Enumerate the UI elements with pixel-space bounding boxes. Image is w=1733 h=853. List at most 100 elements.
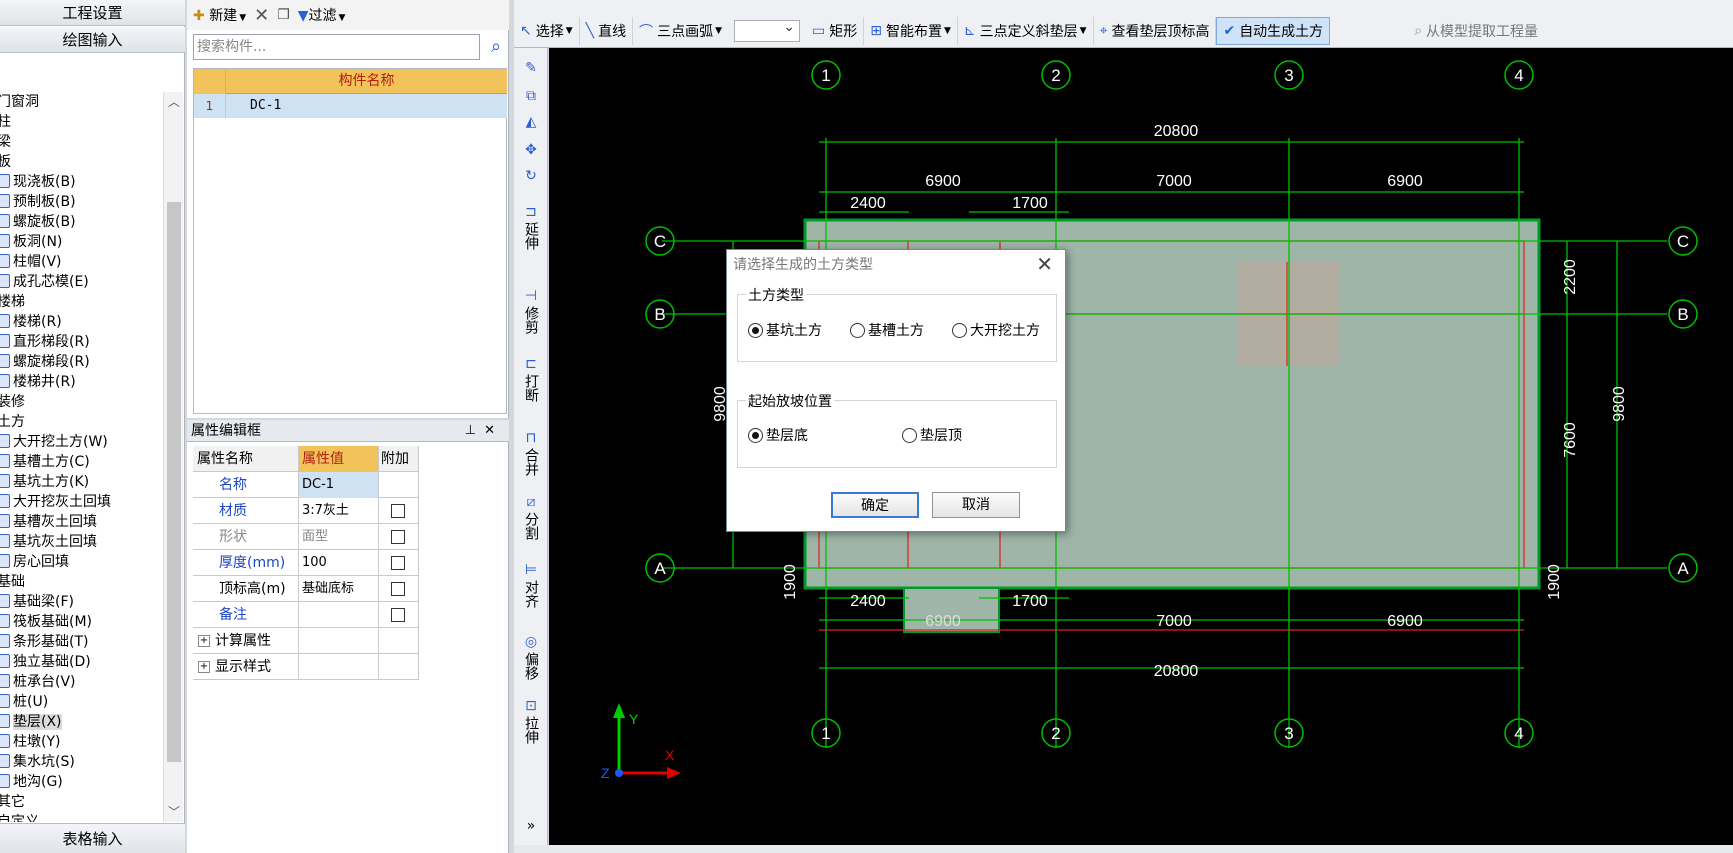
- tree-item[interactable]: 基槽土方(C): [0, 452, 90, 472]
- tree-item[interactable]: 基础: [0, 572, 25, 592]
- scroll-thumb[interactable]: [167, 202, 181, 762]
- property-value[interactable]: 100: [299, 550, 379, 576]
- dialog-close-icon[interactable]: ✕: [1036, 252, 1053, 276]
- new-button[interactable]: ✚ 新建 ▼: [193, 5, 246, 25]
- property-value[interactable]: [299, 628, 379, 654]
- filter-button[interactable]: ▼过滤 ▼: [298, 5, 346, 25]
- tree-item[interactable]: 条形基础(T): [0, 632, 88, 652]
- tree-item[interactable]: 柱墩(Y): [0, 732, 60, 752]
- radio-pit-earthwork[interactable]: 基坑土方: [748, 320, 822, 340]
- property-row[interactable]: 材质 3:7灰土: [193, 498, 419, 524]
- table-input-button[interactable]: 表格输入: [0, 823, 185, 853]
- property-row[interactable]: + 显示样式: [193, 654, 419, 680]
- auto-earthwork-tool[interactable]: ✔ 自动生成土方: [1216, 17, 1331, 45]
- tree-item[interactable]: 柱帽(V): [0, 252, 62, 272]
- tree-item[interactable]: 螺旋板(B): [0, 212, 76, 232]
- tree-item[interactable]: 土方: [0, 412, 25, 432]
- brush-icon[interactable]: ✎: [518, 60, 544, 78]
- align-tool[interactable]: ⊨ 对齐: [518, 562, 544, 612]
- property-row[interactable]: 名称 DC-1: [193, 472, 419, 498]
- extend-tool[interactable]: ⊐ 延伸: [518, 204, 544, 254]
- table-row[interactable]: 1 DC-1: [194, 94, 507, 118]
- rotate-icon[interactable]: ↻: [518, 168, 544, 186]
- break-tool[interactable]: ⊏ 打断: [518, 356, 544, 406]
- arc-mode-select[interactable]: [734, 19, 801, 42]
- arc-tool[interactable]: ⌒ 三点画弧 ▼: [633, 17, 728, 45]
- tree-item[interactable]: 大开挖灰土回填: [0, 492, 111, 512]
- copy-icon[interactable]: ❐: [277, 7, 290, 23]
- property-row[interactable]: 形状 面型: [193, 524, 419, 550]
- scroll-down-icon[interactable]: ﹀: [167, 804, 181, 820]
- trim-tool[interactable]: ⊣ 修剪: [518, 288, 544, 338]
- pin-icon[interactable]: ⊥: [465, 423, 484, 438]
- project-settings-button[interactable]: 工程设置: [0, 0, 185, 26]
- property-value[interactable]: 面型: [299, 524, 379, 550]
- cancel-button[interactable]: 取消: [932, 492, 1020, 518]
- property-value[interactable]: 基础底标: [299, 576, 379, 602]
- drawing-input-button[interactable]: 绘图输入: [0, 27, 185, 53]
- tree-item[interactable]: 自定义: [0, 812, 39, 822]
- property-value[interactable]: [299, 602, 379, 628]
- property-row[interactable]: 厚度(mm) 100: [193, 550, 419, 576]
- property-value[interactable]: [299, 654, 379, 680]
- view-top-elevation-tool[interactable]: ⌖ 查看垫层顶标高: [1094, 17, 1217, 45]
- more-tools-icon[interactable]: »: [518, 818, 544, 834]
- split-tool[interactable]: ⧄ 分割: [518, 494, 544, 544]
- mirror-icon[interactable]: ◭: [518, 114, 544, 132]
- tree-item[interactable]: 门窗洞: [0, 92, 39, 112]
- scroll-up-icon[interactable]: ︿: [167, 94, 181, 110]
- tree-item[interactable]: 其它: [0, 792, 25, 812]
- merge-tool[interactable]: ⊓ 合并: [518, 430, 544, 480]
- rect-tool[interactable]: ▭ 矩形: [806, 17, 865, 45]
- tree-item[interactable]: 板: [0, 152, 11, 172]
- tree-item[interactable]: 筏板基础(M): [0, 612, 92, 632]
- offset-tool[interactable]: ◎ 偏移: [518, 634, 544, 684]
- search-icon[interactable]: ⌕: [485, 36, 507, 58]
- tree-item[interactable]: 柱: [0, 112, 11, 132]
- tree-item[interactable]: 桩承台(V): [0, 672, 76, 692]
- line-tool[interactable]: ╲ 直线: [580, 17, 634, 45]
- select-tool[interactable]: ↖ 选择 ▼: [514, 17, 580, 45]
- tree-item[interactable]: 楼梯: [0, 292, 25, 312]
- ok-button[interactable]: 确定: [831, 492, 919, 518]
- close-icon[interactable]: ✕: [484, 423, 503, 438]
- extract-quantity-tool[interactable]: ⌕ 从模型提取工程量: [1408, 17, 1544, 45]
- copy-tool-icon[interactable]: ⧉: [518, 88, 544, 106]
- smart-layout-tool[interactable]: ⊞ 智能布置 ▼: [864, 17, 958, 45]
- extra-checkbox[interactable]: [391, 556, 405, 570]
- tree-item[interactable]: 基坑灰土回填: [0, 532, 97, 552]
- tree-item[interactable]: 成孔芯模(E): [0, 272, 89, 292]
- tree-item[interactable]: 预制板(B): [0, 192, 76, 212]
- radio-open-excavation[interactable]: 大开挖土方: [952, 320, 1040, 340]
- property-row[interactable]: + 计算属性: [193, 628, 419, 654]
- radio-cushion-top[interactable]: 垫层顶: [902, 425, 962, 445]
- tree-item[interactable]: 楼梯(R): [0, 312, 62, 332]
- tree-item[interactable]: 装修: [0, 392, 25, 412]
- stretch-tool[interactable]: ⊡ 拉伸: [518, 698, 544, 748]
- extra-checkbox[interactable]: [391, 608, 405, 622]
- tree-item[interactable]: 桩(U): [0, 692, 48, 712]
- tree-scrollbar[interactable]: ︿ ﹀: [163, 92, 183, 822]
- move-icon[interactable]: ✥: [518, 142, 544, 160]
- property-value[interactable]: DC-1: [299, 472, 379, 498]
- tree-item[interactable]: 大开挖土方(W): [0, 432, 108, 452]
- slope-cushion-tool[interactable]: ⊾ 三点定义斜垫层 ▼: [958, 17, 1094, 45]
- property-row[interactable]: 顶标高(m) 基础底标: [193, 576, 419, 602]
- extra-checkbox[interactable]: [391, 504, 405, 518]
- tree-item[interactable]: 梁: [0, 132, 11, 152]
- radio-cushion-bottom[interactable]: 垫层底: [748, 425, 808, 445]
- search-input[interactable]: 搜索构件...: [193, 34, 480, 60]
- tree-item[interactable]: 直形梯段(R): [0, 332, 90, 352]
- tree-item[interactable]: 楼梯井(R): [0, 372, 76, 392]
- property-value[interactable]: 3:7灰土: [299, 498, 379, 524]
- radio-trench-earthwork[interactable]: 基槽土方: [850, 320, 924, 340]
- tree-item[interactable]: 独立基础(D): [0, 652, 91, 672]
- property-row[interactable]: 备注: [193, 602, 419, 628]
- delete-icon[interactable]: ✕: [254, 5, 269, 26]
- tree-item[interactable]: 螺旋梯段(R): [0, 352, 90, 372]
- tree-item[interactable]: 基槽灰土回填: [0, 512, 97, 532]
- tree-item[interactable]: 房心回填: [0, 552, 69, 572]
- tree-item[interactable]: 基坑土方(K): [0, 472, 89, 492]
- tree-item[interactable]: 垫层(X): [0, 712, 62, 732]
- tree-item[interactable]: 集水坑(S): [0, 752, 75, 772]
